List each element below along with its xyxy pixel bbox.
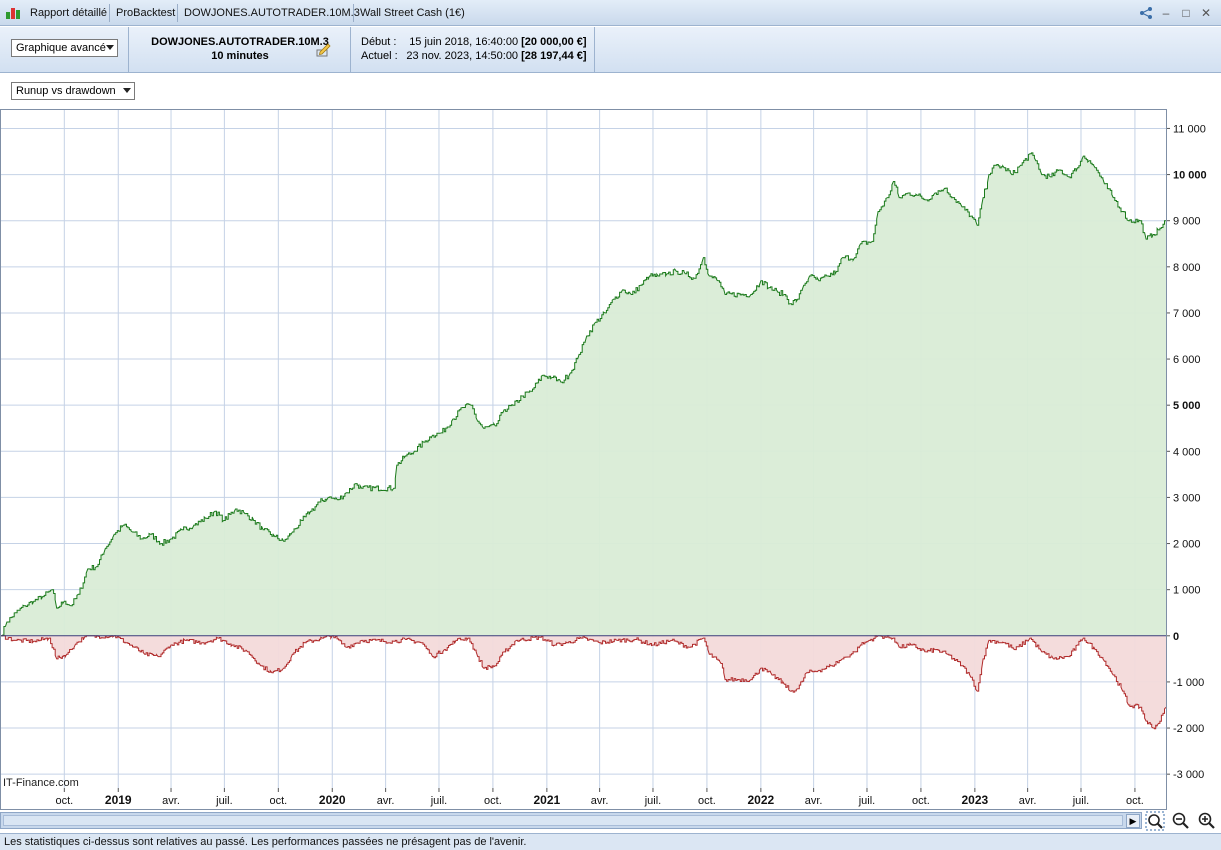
zoom-out-icon[interactable] [1171, 811, 1191, 831]
scrollbar-thumb[interactable] [3, 815, 1123, 826]
zoom-in-icon[interactable] [1197, 811, 1217, 831]
y-tick-label: -2 000 [1173, 723, 1204, 735]
zoom-fit-icon[interactable] [1145, 811, 1165, 831]
y-tick-label: 4 000 [1173, 446, 1201, 458]
status-bar: Les statistiques ci-dessus sont relative… [0, 833, 1221, 850]
watermark-text: IT-Finance.com [3, 777, 79, 789]
y-tick-label: 0 [1173, 631, 1179, 643]
y-tick-label: -1 000 [1173, 677, 1204, 689]
horizontal-scrollbar[interactable] [0, 812, 1142, 829]
y-tick-label: 2 000 [1173, 539, 1201, 551]
y-tick-label: 1 000 [1173, 585, 1201, 597]
y-tick-label: 7 000 [1173, 308, 1201, 320]
y-tick-label: 11 000 [1173, 123, 1206, 135]
y-tick-label: -3 000 [1173, 769, 1204, 781]
y-tick-label: 3 000 [1173, 492, 1201, 504]
y-tick-label: 5 000 [1173, 400, 1201, 412]
y-tick-label: 9 000 [1173, 216, 1201, 228]
y-tick-label: 8 000 [1173, 262, 1201, 274]
y-tick-label: 6 000 [1173, 354, 1201, 366]
chart-frame [0, 109, 1167, 810]
scroll-right-button[interactable]: ▶ [1126, 814, 1140, 828]
y-tick-label: 10 000 [1173, 170, 1207, 182]
